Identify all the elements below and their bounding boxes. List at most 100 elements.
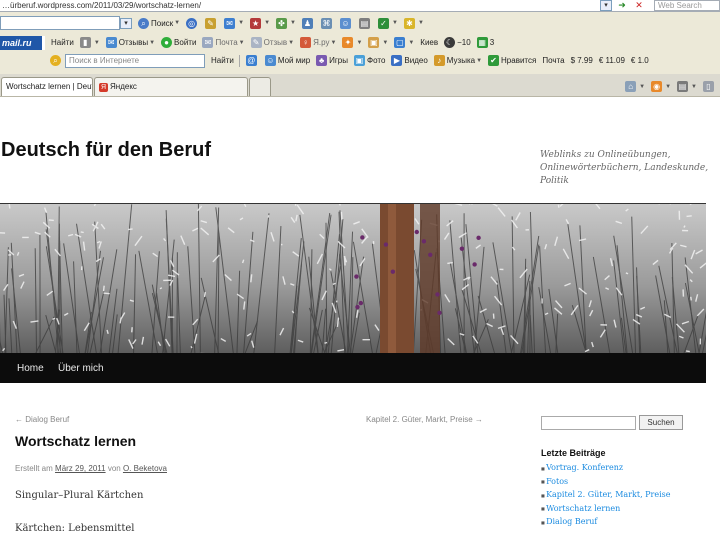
agent-button[interactable]: @ bbox=[245, 55, 259, 66]
page-menu-button[interactable]: ▯ bbox=[703, 81, 716, 92]
site-title[interactable]: Deutsch für den Beruf bbox=[1, 139, 211, 162]
post-line-lebensmittel[interactable]: Kärtchen: Lebensmittel bbox=[15, 523, 134, 534]
toolbar-check-button[interactable]: ✓ ▼ bbox=[377, 17, 398, 29]
web-page: Deutsch für den Beruf Weblinks zu Online… bbox=[0, 97, 720, 540]
sidebar-search-button[interactable]: Suchen bbox=[639, 415, 683, 430]
tools-icon: ✎ bbox=[205, 17, 217, 29]
author-link[interactable]: O. Beketova bbox=[123, 464, 167, 473]
video-button[interactable]: ▶ Видео bbox=[391, 55, 428, 66]
toolbar-search-button[interactable]: ⌕ Поиск ▼ bbox=[138, 17, 180, 29]
mail-button[interactable]: ✉ Почта ▼ bbox=[202, 37, 245, 48]
photo-service-button[interactable]: ▣ Фото bbox=[354, 55, 385, 66]
toolbar-mail-button[interactable]: ✉ ▼ bbox=[224, 17, 244, 29]
mailru-search-find-button[interactable]: Найти bbox=[211, 56, 234, 65]
previous-post-link[interactable]: ← Dialog Beruf bbox=[15, 415, 69, 424]
page-icon: ▯ bbox=[703, 81, 714, 92]
orange-icon: ✦ bbox=[342, 37, 354, 48]
window-icon: ▢ bbox=[394, 37, 406, 48]
toolbar-print-button[interactable]: ▤ bbox=[358, 17, 372, 29]
toolbar-search-input[interactable] bbox=[0, 16, 120, 30]
counter-widget[interactable]: ▦ 3 bbox=[476, 37, 494, 48]
menu-about[interactable]: Über mich bbox=[58, 363, 104, 374]
post-date-link[interactable]: März 29, 2011 bbox=[55, 464, 106, 473]
toolbar-globe-button[interactable]: ◎ bbox=[186, 17, 199, 29]
url-dropdown-button[interactable]: ▾ bbox=[600, 0, 612, 11]
notes-icon: ✎ bbox=[250, 37, 262, 48]
new-tab-button[interactable] bbox=[249, 77, 271, 96]
weather-widget[interactable]: ☾ −10 bbox=[444, 37, 471, 48]
camera-icon: ▣ bbox=[354, 55, 366, 66]
reviews-button[interactable]: ✉ Отзывы ▼ bbox=[105, 37, 155, 48]
toolbar-mailru-services: ⌕ Поиск в Интернете Найти @ ☺ Мой мир ♣ Иг… bbox=[0, 52, 720, 69]
go-icon[interactable]: ➜ bbox=[615, 0, 629, 11]
tab-wortschatz[interactable]: Wortschatz lernen | Deut… bbox=[1, 77, 93, 96]
browser-chrome: …ürberuf.wordpress.com/2011/03/29/wortsc… bbox=[0, 0, 720, 97]
notes-button[interactable]: ✎ Отзыв ▼ bbox=[250, 37, 294, 48]
tab-yandex[interactable]: Я Яндекс bbox=[94, 77, 248, 96]
login-button[interactable]: ● Войти bbox=[161, 37, 196, 48]
orange-button[interactable]: ✦ ▼ bbox=[342, 37, 362, 48]
lightbulb-icon: ✱ bbox=[403, 17, 415, 29]
film-icon: ▶ bbox=[391, 55, 403, 66]
toolbar-bookmark-button[interactable]: ★ ▼ bbox=[250, 17, 270, 29]
music-button[interactable]: ♪ Музыка ▼ bbox=[433, 55, 482, 66]
web-search-field[interactable]: Web Search bbox=[654, 0, 720, 11]
network-icon: ⌘ bbox=[320, 17, 332, 29]
home-icon: ⌂ bbox=[625, 81, 637, 92]
home-button[interactable]: ⌂ ▼ bbox=[625, 81, 645, 92]
toolbar-tools-button[interactable]: ✎ bbox=[205, 17, 218, 29]
toolbar-user-button[interactable]: ♟ bbox=[301, 17, 315, 29]
toolbar-mailru: mail.ru Найти ▮ ▼ ✉ Отзывы ▼ ● Войти ✉ Почта ▼… bbox=[0, 34, 720, 51]
games-button[interactable]: ♣ Игры bbox=[316, 55, 348, 66]
sidebar-search-input[interactable] bbox=[541, 416, 636, 430]
menu-home[interactable]: Home bbox=[17, 363, 44, 374]
post-title[interactable]: Wortschatz lernen bbox=[15, 433, 136, 449]
tab-strip: Wortschatz lernen | Deut… Я Яндекс ⌂ ▼ ◉ ▼ … bbox=[0, 74, 720, 96]
header-image bbox=[0, 203, 706, 353]
agent-icon: @ bbox=[245, 55, 257, 66]
recent-post-link[interactable]: Fotos bbox=[541, 475, 671, 489]
speech-icon: ✉ bbox=[105, 37, 117, 48]
recent-posts-list: Vortrag. Konferenz Fotos Kapitel 2. Güte… bbox=[541, 461, 671, 529]
signal-button[interactable]: ▮ ▼ bbox=[79, 37, 100, 48]
toolbar-yandex: ▾ ⌕ Поиск ▼ ◎ ✎ ✉ ▼ ★ ▼ ✤ ▼ ♟ ⌘ ☺ ▤ ✓ ▼ ✱ ▼ bbox=[0, 13, 720, 33]
next-post-link[interactable]: Kapitel 2. Güter, Markt, Preise → bbox=[366, 415, 483, 424]
photo-button[interactable]: ▣ ▼ bbox=[368, 37, 388, 48]
globe-icon: ◎ bbox=[186, 17, 198, 29]
toolbar-light-button[interactable]: ✱ ▼ bbox=[403, 17, 424, 29]
command-bar: ⌂ ▼ ◉ ▼ ▤ ▼ ▯ bbox=[619, 77, 720, 96]
stop-icon[interactable]: ✕ bbox=[632, 0, 646, 11]
signal-bars-icon: ▮ bbox=[79, 37, 91, 48]
gamepad-icon: ♣ bbox=[316, 55, 328, 66]
user-icon: ♟ bbox=[301, 17, 313, 29]
recent-posts-title: Letzte Beiträge bbox=[541, 448, 606, 458]
blue-button[interactable]: ▢ ▼ bbox=[394, 37, 414, 48]
usd-rate: $ 7.99 bbox=[570, 56, 593, 65]
printer-icon: ▤ bbox=[358, 17, 370, 29]
search-icon: ⌕ bbox=[138, 17, 149, 29]
url-field[interactable]: …ürberuf.wordpress.com/2011/03/29/wortsc… bbox=[0, 1, 600, 10]
mailru-find-button[interactable]: Найти bbox=[51, 38, 74, 47]
post-line-singular-plural[interactable]: Singular–Plural Kärtchen bbox=[15, 490, 143, 501]
print-button[interactable]: ▤ ▼ bbox=[677, 81, 697, 92]
feeds-button[interactable]: ◉ ▼ bbox=[651, 81, 671, 92]
recent-post-link[interactable]: Kapitel 2. Güter, Markt, Preise bbox=[541, 488, 670, 502]
mail-service-button[interactable]: Почта bbox=[542, 56, 564, 65]
yaru-button[interactable]: ♀ Я.ру ▼ bbox=[300, 37, 336, 48]
post-meta: Erstellt am März 29, 2011 von O. Beketov… bbox=[15, 464, 167, 473]
music-note-icon: ♪ bbox=[433, 55, 445, 66]
recent-post-link[interactable]: Wortschatz lernen bbox=[541, 502, 671, 516]
recent-post-link[interactable]: Vortrag. Konferenz bbox=[541, 461, 671, 475]
toolbar-chat-button[interactable]: ☺ bbox=[339, 17, 353, 29]
toolbar-network-button[interactable]: ⌘ bbox=[320, 17, 334, 29]
mailru-search-input[interactable]: Поиск в Интернете bbox=[65, 53, 205, 68]
bookmark-icon: ★ bbox=[250, 17, 262, 29]
toolbar-puzzle-button[interactable]: ✤ ▼ bbox=[276, 17, 296, 29]
recent-post-link[interactable]: Dialog Beruf bbox=[541, 515, 671, 529]
thumbs-up-icon: ✔ bbox=[488, 55, 500, 66]
meta-prefix: Erstellt am bbox=[15, 464, 53, 473]
my-world-button[interactable]: ☺ Мой мир bbox=[264, 55, 310, 66]
picture-icon: ▣ bbox=[368, 37, 380, 48]
likes-button[interactable]: ✔ Нравится bbox=[488, 55, 536, 66]
toolbar-search-dropdown[interactable]: ▾ bbox=[120, 17, 132, 29]
